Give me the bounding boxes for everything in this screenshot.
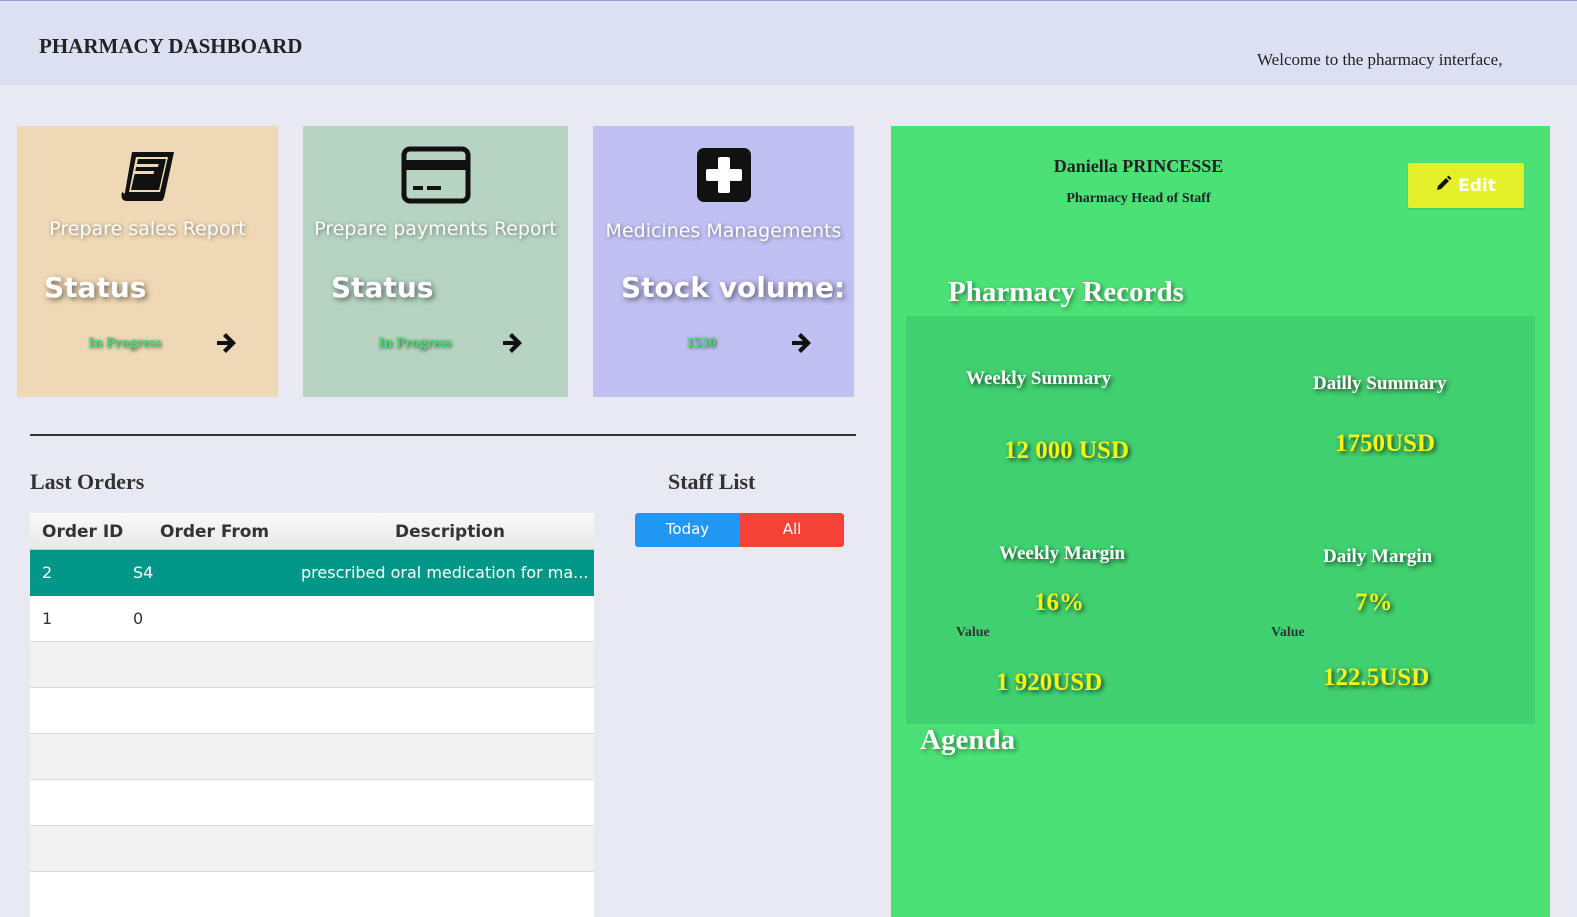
cell-order-from: 0 xyxy=(133,609,144,628)
daily-margin-label: Daily Margin xyxy=(1323,546,1433,567)
book-icon xyxy=(118,148,178,209)
header-bar: PHARMACY DASHBOARD Welcome to the pharma… xyxy=(0,0,1577,85)
edit-button-label: Edit xyxy=(1458,175,1496,196)
card-status-value: 1530 xyxy=(686,335,716,351)
credit-card-icon xyxy=(401,146,471,209)
staff-list-title: Staff List xyxy=(668,469,756,494)
column-header-order-from[interactable]: Order From xyxy=(160,522,269,542)
table-row[interactable]: 1 0 xyxy=(30,596,594,642)
cell-order-id: 1 xyxy=(42,609,53,628)
section-divider xyxy=(30,434,856,436)
daily-margin-value: 122.5USD xyxy=(1323,664,1430,691)
cell-order-from: S4 xyxy=(133,563,154,582)
daily-summary-value: 1750USD xyxy=(1335,430,1436,457)
staff-name: Daniella PRINCESSE xyxy=(1053,156,1224,176)
card-status-value: In Progress xyxy=(378,335,452,351)
orders-title: Last Orders xyxy=(30,469,145,494)
column-header-description[interactable]: Description xyxy=(395,522,505,542)
table-row-empty xyxy=(30,826,594,872)
card-status-value: In Progress xyxy=(88,335,162,351)
card-status-label: Status xyxy=(44,271,147,304)
arrow-right-icon[interactable] xyxy=(789,331,813,360)
weekly-margin-value: 1 920USD xyxy=(996,669,1103,696)
card-label: Prepare sales Report xyxy=(49,218,246,240)
card-label: Medicines Managements xyxy=(605,220,842,242)
table-row-empty xyxy=(30,642,594,688)
table-row[interactable]: 2 S4 prescribed oral medication for ma..… xyxy=(30,550,594,596)
card-label: Prepare payments Report xyxy=(314,218,557,240)
weekly-margin-label: Weekly Margin xyxy=(999,543,1126,564)
profile-panel: Daniella PRINCESSE Pharmacy Head of Staf… xyxy=(891,126,1550,917)
welcome-text: Welcome to the pharmacy interface, xyxy=(1257,50,1503,69)
records-title: Pharmacy Records xyxy=(948,276,1184,308)
weekly-summary-label: Weekly Summary xyxy=(966,368,1112,389)
plus-square-icon xyxy=(696,147,752,208)
pencil-icon xyxy=(1436,175,1452,196)
staff-role: Pharmacy Head of Staff xyxy=(1066,191,1211,206)
table-header: Order ID Order From Description xyxy=(30,513,594,550)
medicines-card[interactable]: Medicines Managements Stock volume: 1530 xyxy=(593,126,854,397)
weekly-margin-percent: 16% xyxy=(1034,589,1084,616)
daily-value-label: Value xyxy=(1271,625,1305,640)
today-button[interactable]: Today xyxy=(635,513,740,547)
arrow-right-icon[interactable] xyxy=(500,331,524,360)
all-button[interactable]: All xyxy=(740,513,844,547)
arrow-right-icon[interactable] xyxy=(214,331,238,360)
table-row-empty xyxy=(30,688,594,734)
weekly-summary-value: 12 000 USD xyxy=(1004,437,1130,464)
table-row-empty xyxy=(30,734,594,780)
agenda-title: Agenda xyxy=(920,724,1016,756)
edit-button[interactable]: Edit xyxy=(1408,163,1524,208)
records-box: Weekly Summary 12 000 USD Dailly Summary… xyxy=(906,316,1535,724)
daily-margin-percent: 7% xyxy=(1355,589,1393,616)
daily-summary-label: Dailly Summary xyxy=(1313,373,1447,394)
cell-description: prescribed oral medication for ma... xyxy=(301,563,589,582)
payments-report-card[interactable]: Prepare payments Report Status In Progre… xyxy=(303,126,568,397)
sales-report-card[interactable]: Prepare sales Report Status In Progress xyxy=(17,126,278,397)
table-row-empty xyxy=(30,872,594,917)
page-title: PHARMACY DASHBOARD xyxy=(39,34,303,58)
table-row-empty xyxy=(30,780,594,826)
orders-table[interactable]: Order ID Order From Description 2 S4 pre… xyxy=(30,513,594,917)
card-status-label: Stock volume: xyxy=(621,271,846,304)
cell-order-id: 2 xyxy=(42,563,53,582)
weekly-value-label: Value xyxy=(956,625,990,640)
column-header-order-id[interactable]: Order ID xyxy=(42,522,123,542)
card-status-label: Status xyxy=(331,271,434,304)
